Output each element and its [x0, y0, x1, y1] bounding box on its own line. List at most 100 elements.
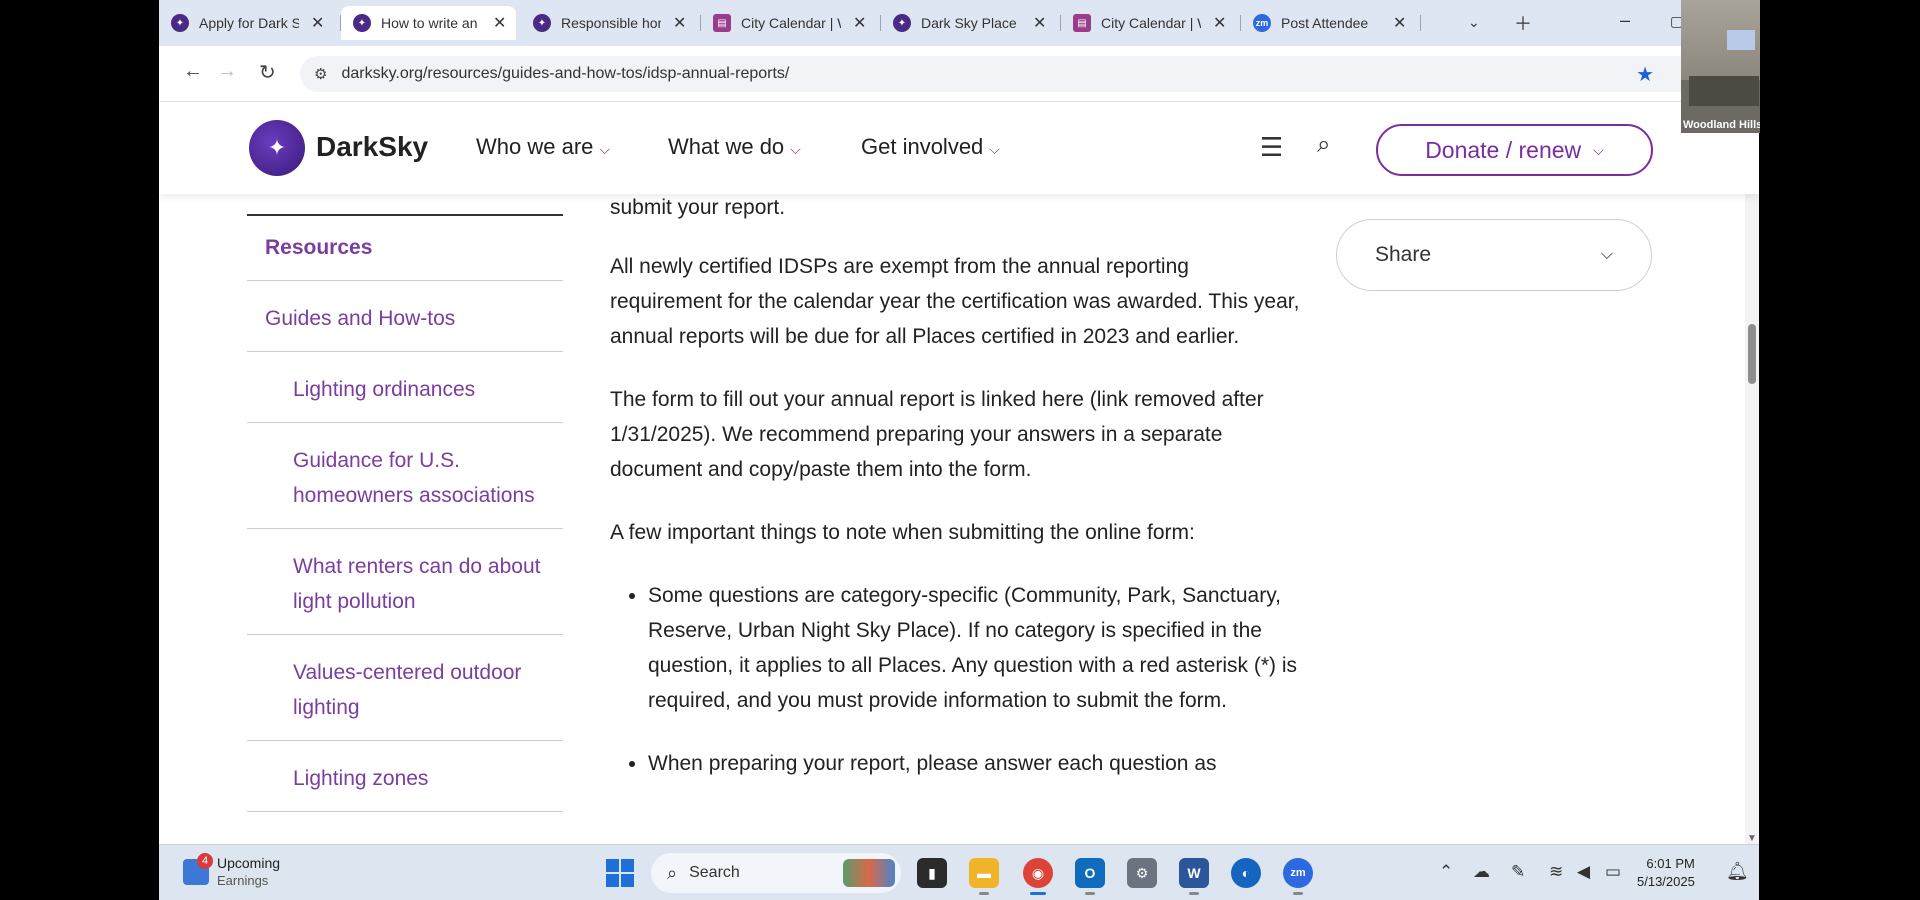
- chevron-down-icon: ⌵: [790, 141, 801, 157]
- nav-what-we-do[interactable]: What we do ⌵: [668, 134, 801, 160]
- article-body: submit your report. All newly certified …: [610, 194, 1300, 809]
- close-icon[interactable]: ✕: [1213, 13, 1226, 33]
- url-text[interactable]: darksky.org/resources/guides-and-how-tos…: [341, 65, 789, 83]
- list-item: Some questions are category-specific (Co…: [648, 578, 1300, 718]
- search-icon: ⌕: [667, 862, 678, 883]
- sidebar-item-lighting-ordinances[interactable]: Lighting ordinances: [247, 352, 563, 423]
- sidebar-item-renters[interactable]: What renters can do about light pollutio…: [247, 529, 563, 635]
- chevron-down-icon: ⌵: [989, 141, 1000, 157]
- close-icon[interactable]: ✕: [853, 13, 866, 33]
- tab[interactable]: ✦ Apply for Dark Sky ✕: [159, 6, 334, 40]
- close-icon[interactable]: ✕: [673, 13, 686, 33]
- darksky-favicon-icon: ✦: [353, 14, 371, 32]
- close-icon[interactable]: ✕: [1033, 13, 1046, 33]
- screen-border-left: [0, 0, 159, 900]
- share-dropdown[interactable]: Share ⌵: [1336, 219, 1652, 291]
- terminal-app-icon[interactable]: ▮: [917, 858, 947, 888]
- close-icon[interactable]: ✕: [1393, 13, 1406, 33]
- address-bar[interactable]: ⚙ darksky.org/resources/guides-and-how-t…: [300, 56, 1750, 92]
- forward-arrow-icon[interactable]: →: [217, 60, 237, 83]
- tab[interactable]: ▤ City Calendar | Woodland Hills ✕: [1061, 6, 1236, 40]
- pen-tray-icon[interactable]: ✎: [1511, 862, 1525, 882]
- battery-icon[interactable]: ▭: [1605, 862, 1621, 882]
- paragraph: submit your report.: [610, 196, 786, 219]
- tray-chevron-up-icon[interactable]: ⌃: [1439, 862, 1453, 882]
- darksky-favicon-icon: ✦: [171, 14, 189, 32]
- sidebar-item-hoa-guidance[interactable]: Guidance for U.S. homeowners association…: [247, 423, 563, 529]
- video-room-table: [1689, 76, 1759, 106]
- browser-window: ✦ Apply for Dark Sky ✕ ✦ How to write an…: [159, 0, 1759, 900]
- sidebar-nav: Resources Guides and How-tos Lighting or…: [247, 214, 563, 812]
- tab-label: Post Attendee: [1281, 15, 1369, 31]
- tab[interactable]: ✦ Responsible home lighting ✕: [521, 6, 696, 40]
- close-icon[interactable]: ✕: [311, 13, 324, 33]
- app-globe-icon[interactable]: ◐: [1231, 858, 1261, 888]
- nav-who-we-are[interactable]: Who we are ⌵: [476, 134, 610, 160]
- video-feed-thumbnail[interactable]: Woodland Hills City: [1681, 0, 1760, 133]
- widget-text: Upcoming Earnings: [217, 855, 280, 889]
- site-info-icon[interactable]: ⚙: [314, 65, 327, 83]
- tab-search-chevron-icon[interactable]: ⌄: [1468, 14, 1480, 31]
- bullet-list: Some questions are category-specific (Co…: [610, 578, 1300, 781]
- tab-label: Apply for Dark Sky: [199, 15, 299, 31]
- windows-start-icon[interactable]: [606, 859, 634, 887]
- wifi-icon[interactable]: ≋: [1549, 862, 1563, 882]
- back-arrow-icon[interactable]: ←: [183, 60, 203, 83]
- browser-toolbar: ← → ↻ ⚙ darksky.org/resources/guides-and…: [159, 46, 1759, 102]
- sidebar-item-resources[interactable]: Resources: [247, 216, 563, 281]
- tab[interactable]: ▤ City Calendar | Woodland Hills ✕: [701, 6, 876, 40]
- system-clock[interactable]: 6:01 PM 5/13/2025: [1637, 855, 1695, 891]
- zoom-app-icon[interactable]: zm: [1283, 858, 1313, 895]
- share-label: Share: [1375, 243, 1432, 266]
- chevron-down-icon: ⌵: [599, 141, 611, 157]
- cloud-offline-icon[interactable]: ☁: [1473, 862, 1490, 882]
- close-icon[interactable]: ✕: [493, 13, 506, 33]
- search-placeholder: Search: [689, 864, 740, 881]
- chrome-icon[interactable]: ◉: [1023, 858, 1053, 895]
- minimize-icon[interactable]: –: [1620, 10, 1630, 31]
- search-icon[interactable]: ⌕: [1317, 131, 1330, 159]
- taskbar-search-box[interactable]: ⌕ Search: [651, 853, 901, 893]
- tab[interactable]: ✦ Dark Sky Place ✕: [881, 6, 1056, 40]
- paragraph: A few important things to note when subm…: [610, 521, 1195, 544]
- page-content: Resources Guides and How-tos Lighting or…: [159, 194, 1759, 844]
- tab-label: City Calendar | Woodland Hills: [1101, 15, 1201, 31]
- file-explorer-icon[interactable]: ▬: [969, 858, 999, 895]
- bookmark-star-icon[interactable]: ★: [1636, 62, 1654, 87]
- word-icon[interactable]: W: [1179, 858, 1209, 895]
- scrollbar-thumb[interactable]: [1748, 324, 1756, 384]
- sidebar-item-lighting-zones[interactable]: Lighting zones: [247, 741, 563, 812]
- settings-gear-icon[interactable]: ⚙: [1127, 858, 1157, 888]
- site-logo-text[interactable]: DarkSky: [316, 131, 428, 163]
- scroll-down-arrow-icon[interactable]: ▼: [1747, 833, 1757, 844]
- donate-button[interactable]: Donate / renew ⌵: [1376, 124, 1653, 176]
- darksky-logo-icon[interactable]: ✦: [249, 120, 305, 176]
- volume-icon[interactable]: ◀: [1577, 862, 1590, 882]
- paragraph: The form to fill out your annual report …: [610, 388, 1264, 481]
- nav-get-involved[interactable]: Get involved ⌵: [861, 134, 1000, 160]
- chevron-down-icon: ⌵: [1600, 246, 1613, 263]
- widget-subtitle: Earnings: [217, 873, 269, 888]
- news-widget[interactable]: 4 Upcoming Earnings: [183, 853, 280, 889]
- tab-label: How to write an annual report: [381, 15, 481, 31]
- notification-icon[interactable]: 🔔︎: [1726, 861, 1749, 882]
- tab-separator: [1420, 15, 1421, 31]
- tab-active[interactable]: ✦ How to write an annual report ✕: [341, 6, 517, 40]
- search-highlight-image: [843, 859, 895, 887]
- calendar-favicon-icon: ▤: [713, 14, 731, 32]
- screen-border-right: [1760, 0, 1920, 900]
- site-header: ✦ DarkSky Who we are ⌵ What we do ⌵ Get in…: [159, 102, 1759, 194]
- widget-title: Upcoming: [217, 855, 281, 871]
- tab[interactable]: zm Post Attendee ✕: [1241, 6, 1416, 40]
- outlook-icon[interactable]: O: [1075, 858, 1105, 895]
- chevron-down-icon: ⌵: [1593, 141, 1604, 158]
- widget-icon: 4: [183, 853, 213, 885]
- darksky-favicon-icon: ✦: [533, 14, 551, 32]
- sidebar-item-values-lighting[interactable]: Values-centered outdoor lighting: [247, 635, 563, 741]
- tab-label: Dark Sky Place: [921, 15, 1017, 31]
- reload-icon[interactable]: ↻: [259, 60, 276, 85]
- new-tab-plus-icon[interactable]: ＋: [1514, 10, 1532, 36]
- scrollbar[interactable]: ▼: [1745, 194, 1759, 844]
- sidebar-item-guides[interactable]: Guides and How-tos: [247, 281, 563, 352]
- hamburger-menu-icon[interactable]: ☰: [1260, 132, 1283, 163]
